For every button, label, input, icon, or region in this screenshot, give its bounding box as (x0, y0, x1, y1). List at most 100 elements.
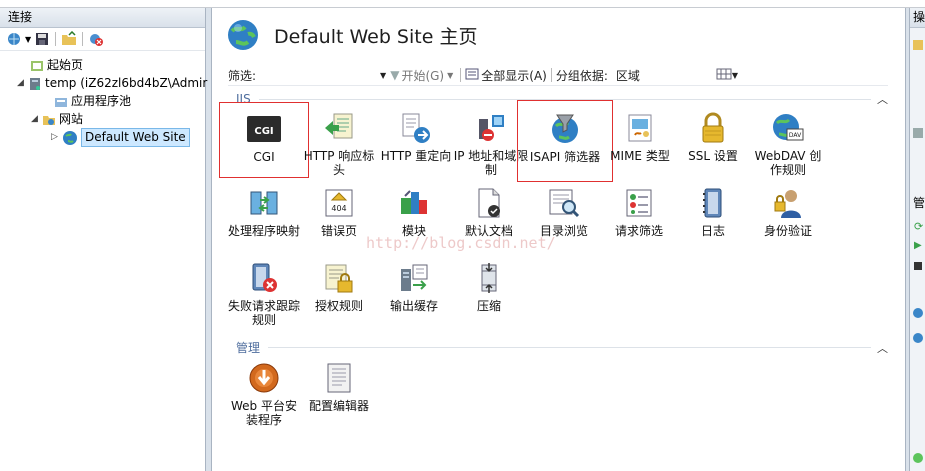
http-redirect-icon (398, 110, 434, 146)
svg-text:CGI: CGI (254, 126, 273, 137)
collapse-arrow-icon[interactable]: ◢ (16, 75, 25, 92)
feature-isapi-filters[interactable]: ISAPI 筛选器 (517, 100, 613, 182)
save-icon[interactable] (34, 31, 50, 47)
actions-panel: 操 管 ⟳ ▶ (909, 8, 925, 471)
section-manage-title: 管理 (236, 341, 261, 355)
padlock-icon (695, 110, 731, 146)
http-response-headers-icon (321, 110, 357, 146)
feature-authorization-rules[interactable]: 授权规则 (301, 260, 377, 313)
feature-modules[interactable]: 模块 (376, 185, 452, 238)
feature-directory-browsing[interactable]: 目录浏览 (526, 185, 602, 238)
server-icon (30, 77, 40, 90)
feature-error-pages[interactable]: 404 错误页 (301, 185, 377, 238)
sites-folder-icon (43, 115, 55, 125)
feature-logging[interactable]: 日志 (675, 185, 751, 238)
filter-dropdown-icon[interactable]: ▼ (380, 71, 386, 80)
feature-cgi[interactable]: CGI CGI (219, 102, 309, 178)
feature-ssl-settings[interactable]: SSL 设置 (675, 110, 751, 163)
window-top-strip (0, 0, 925, 8)
go-dropdown-icon[interactable]: ▼ (447, 71, 453, 80)
show-all-button[interactable]: 全部显示(A) (481, 67, 547, 84)
feature-compression[interactable]: 压缩 (451, 260, 527, 313)
filter-toolbar: 筛选: ▼ ▼ 开始(G) ▼ 全部显示(A) 分组依据: 区域 ▼ (228, 65, 888, 86)
feature-web-platform-installer[interactable]: Web 平台安装程序 (226, 360, 302, 427)
tree-item-start-page[interactable]: 起始页 (18, 57, 83, 74)
tree-item-sites[interactable]: ◢ 网站 (30, 111, 83, 128)
authentication-icon (770, 185, 806, 221)
collapse-arrow-icon[interactable]: ◢ (30, 111, 39, 128)
handler-mappings-icon (246, 185, 282, 221)
go-button[interactable]: 开始(G) (401, 67, 444, 84)
collapse-chevron-icon[interactable]: ︿ (877, 91, 888, 107)
cgi-icon: CGI (246, 111, 282, 147)
group-by-label: 分组依据: (555, 68, 608, 83)
explore-icon[interactable] (913, 40, 923, 50)
browse-icon[interactable] (913, 308, 923, 318)
filter-input[interactable] (260, 67, 381, 83)
expand-arrow-icon[interactable]: ▷ (50, 129, 59, 146)
collapse-chevron-icon[interactable]: ︿ (877, 340, 888, 356)
connect-globe-icon[interactable] (6, 31, 22, 47)
ip-restrictions-icon (473, 110, 509, 146)
connections-title: 连接 (0, 8, 205, 28)
feature-configuration-editor[interactable]: 配置编辑器 (301, 360, 377, 413)
stop-icon[interactable] (914, 262, 922, 270)
section-manage: 管理 ︿ (236, 339, 888, 356)
feature-mime-types[interactable]: MIME 类型 (602, 110, 678, 163)
svg-text:404: 404 (331, 204, 346, 213)
group-by-select[interactable]: 区域 (616, 67, 716, 84)
toolbar-separator (460, 68, 462, 82)
svg-text:DAV: DAV (789, 132, 802, 139)
page-header: Default Web Site 主页 (226, 18, 477, 52)
feature-http-redirect[interactable]: HTTP 重定向 (378, 110, 454, 163)
section-divider (268, 347, 871, 348)
compression-icon (471, 260, 507, 296)
output-caching-icon (396, 260, 432, 296)
toolbar-separator (55, 32, 57, 46)
view-mode-dropdown-icon[interactable]: ▼ (732, 71, 738, 80)
start-icon[interactable]: ▶ (914, 240, 922, 251)
isapi-filters-icon (547, 111, 583, 147)
funnel-icon: ▼ (390, 68, 400, 82)
authorization-rules-icon (321, 260, 357, 296)
connections-panel: 连接 ▼ 起始页 ◢ temp (iZ62zl6bd4bZ\Admir 应用程序… (0, 8, 207, 471)
actions-title: 操 (910, 8, 925, 28)
feature-authentication[interactable]: 身份验证 (750, 185, 826, 238)
logging-icon (695, 185, 731, 221)
globe-icon (63, 130, 77, 145)
modules-icon (396, 185, 432, 221)
edit-permissions-icon[interactable] (913, 128, 923, 138)
feature-failed-request-tracing[interactable]: 失败请求跟踪规则 (226, 260, 302, 327)
web-platform-installer-icon (246, 360, 282, 396)
failed-request-tracing-icon (246, 260, 282, 296)
up-folder-icon[interactable] (61, 31, 77, 47)
webdav-icon: DAV (770, 110, 806, 146)
restart-icon[interactable]: ⟳ (914, 220, 923, 233)
tree-item-server[interactable]: ◢ temp (iZ62zl6bd4bZ\Admir (16, 75, 207, 92)
show-all-icon (465, 68, 479, 83)
feature-default-document[interactable]: 默认文档 (451, 185, 527, 238)
help-icon[interactable] (913, 453, 923, 463)
tree-item-app-pools[interactable]: 应用程序池 (42, 93, 131, 110)
configuration-editor-icon (321, 360, 357, 396)
toolbar-separator (82, 32, 84, 46)
request-filtering-icon (621, 185, 657, 221)
feature-http-response-headers[interactable]: HTTP 响应标头 (301, 110, 377, 177)
connections-toolbar: ▼ (0, 28, 205, 51)
watermark-text: http://blog.csdn.net/ (366, 234, 556, 252)
feature-handler-mappings[interactable]: 处理程序映射 (226, 185, 302, 238)
toolbar-separator (550, 68, 552, 82)
tree-item-default-web-site[interactable]: ▷ Default Web Site (50, 128, 190, 147)
error-404-icon: 404 (321, 185, 357, 221)
feature-webdav-authoring-rules[interactable]: DAV WebDAV 创作规则 (750, 110, 826, 177)
site-globe-icon (228, 20, 258, 50)
disconnect-icon[interactable] (88, 31, 104, 47)
feature-request-filtering[interactable]: 请求筛选 (601, 185, 677, 238)
filter-label: 筛选: (228, 68, 257, 83)
page-title: Default Web Site 主页 (274, 25, 478, 48)
app-pool-icon (55, 97, 67, 107)
feature-output-caching[interactable]: 输出缓存 (376, 260, 452, 313)
browse-icon-2[interactable] (913, 333, 923, 343)
dropdown-arrow-icon[interactable]: ▼ (25, 31, 31, 47)
view-mode-icon[interactable] (716, 68, 732, 83)
